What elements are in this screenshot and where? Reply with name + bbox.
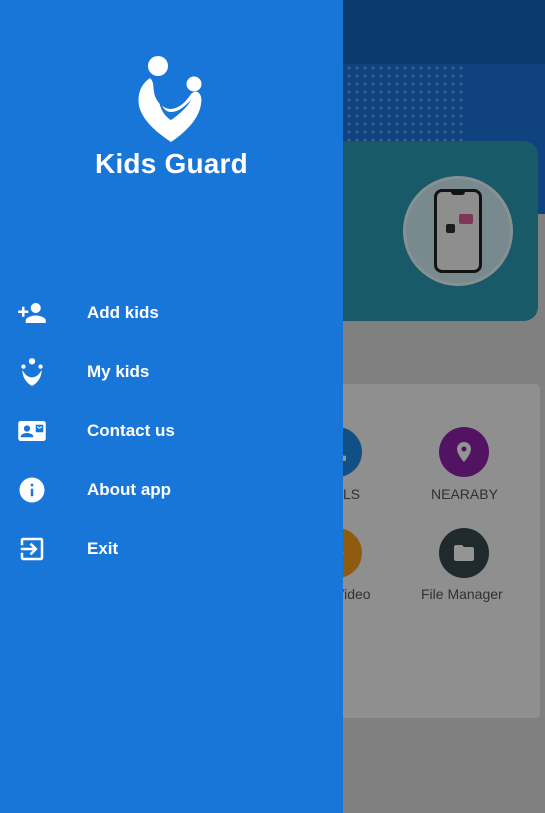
menu-item-contact-us[interactable]: Contact us: [0, 401, 343, 460]
exit-icon: [17, 534, 47, 564]
menu-label-add-kids: Add kids: [87, 303, 159, 322]
contact-card-icon: [17, 416, 47, 446]
menu-item-my-kids[interactable]: My kids: [0, 342, 343, 401]
menu-label-exit: Exit: [87, 539, 119, 558]
menu-label-my-kids: My kids: [87, 362, 150, 381]
menu-item-exit[interactable]: Exit: [0, 519, 343, 578]
person-add-icon: [17, 298, 47, 328]
app-title: Kids Guard: [95, 148, 248, 179]
kids-guard-logo: [138, 56, 202, 142]
info-icon: [17, 475, 47, 505]
navigation-drawer: Kids Guard Add kids My kids Contact us A…: [0, 0, 343, 813]
menu-item-add-kids[interactable]: Add kids: [0, 283, 343, 342]
menu-label-about-app: About app: [87, 480, 172, 499]
menu-label-contact-us: Contact us: [87, 421, 175, 440]
kids-logo-icon: [17, 357, 47, 387]
menu-item-about-app[interactable]: About app: [0, 460, 343, 519]
